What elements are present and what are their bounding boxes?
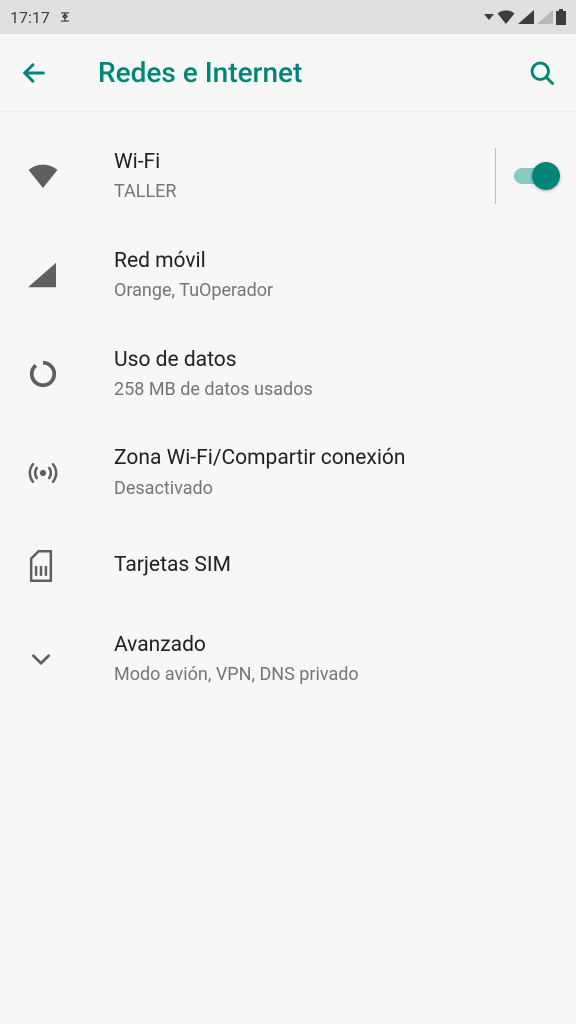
page-title: Redes e Internet: [98, 56, 302, 89]
setting-item-wifi[interactable]: Wi-Fi TALLER: [0, 126, 576, 226]
signal-1-icon: [518, 10, 534, 24]
settings-list: Wi-Fi TALLER Red móvil Orange, TuOperado…: [0, 112, 576, 709]
advanced-subtitle: Modo avión, VPN, DNS privado: [114, 663, 558, 686]
upload-icon: [58, 10, 72, 24]
wifi-toggle[interactable]: [514, 162, 558, 190]
expand-icon: [28, 646, 72, 672]
hotspot-icon: [28, 458, 72, 488]
hotspot-subtitle: Desactivado: [114, 477, 558, 500]
setting-item-data-usage[interactable]: Uso de datos 258 MB de datos usados: [0, 325, 576, 424]
setting-item-mobile-network[interactable]: Red móvil Orange, TuOperador: [0, 226, 576, 325]
wifi-subtitle: TALLER: [114, 180, 479, 203]
divider: [495, 148, 496, 204]
mobile-title: Red móvil: [114, 248, 558, 275]
status-bar: 17:17: [0, 0, 576, 34]
app-bar: Redes e Internet: [0, 34, 576, 112]
chevron-down-icon: [28, 646, 54, 672]
back-button[interactable]: [20, 59, 60, 87]
search-button[interactable]: [528, 59, 556, 87]
data-usage-subtitle: 258 MB de datos usados: [114, 378, 558, 401]
sim-card-icon: [28, 550, 72, 582]
sim-title: Tarjetas SIM: [114, 552, 558, 579]
search-icon: [528, 59, 556, 87]
battery-icon: [556, 9, 566, 25]
wifi-status-icon: [497, 10, 515, 24]
advanced-title: Avanzado: [114, 632, 558, 659]
data-usage-icon: [28, 359, 72, 389]
setting-item-sim-cards[interactable]: Tarjetas SIM: [0, 522, 576, 610]
dropdown-indicator-icon: [484, 12, 494, 22]
signal-2-icon: [537, 10, 553, 24]
cellular-icon: [28, 262, 72, 288]
mobile-subtitle: Orange, TuOperador: [114, 279, 558, 302]
hotspot-title: Zona Wi-Fi/Compartir conexión: [114, 445, 558, 472]
status-time: 17:17: [10, 8, 50, 27]
wifi-icon: [28, 164, 72, 188]
wifi-title: Wi-Fi: [114, 149, 479, 176]
setting-item-hotspot[interactable]: Zona Wi-Fi/Compartir conexión Desactivad…: [0, 423, 576, 522]
arrow-left-icon: [20, 59, 48, 87]
data-usage-title: Uso de datos: [114, 347, 558, 374]
setting-item-advanced[interactable]: Avanzado Modo avión, VPN, DNS privado: [0, 610, 576, 709]
